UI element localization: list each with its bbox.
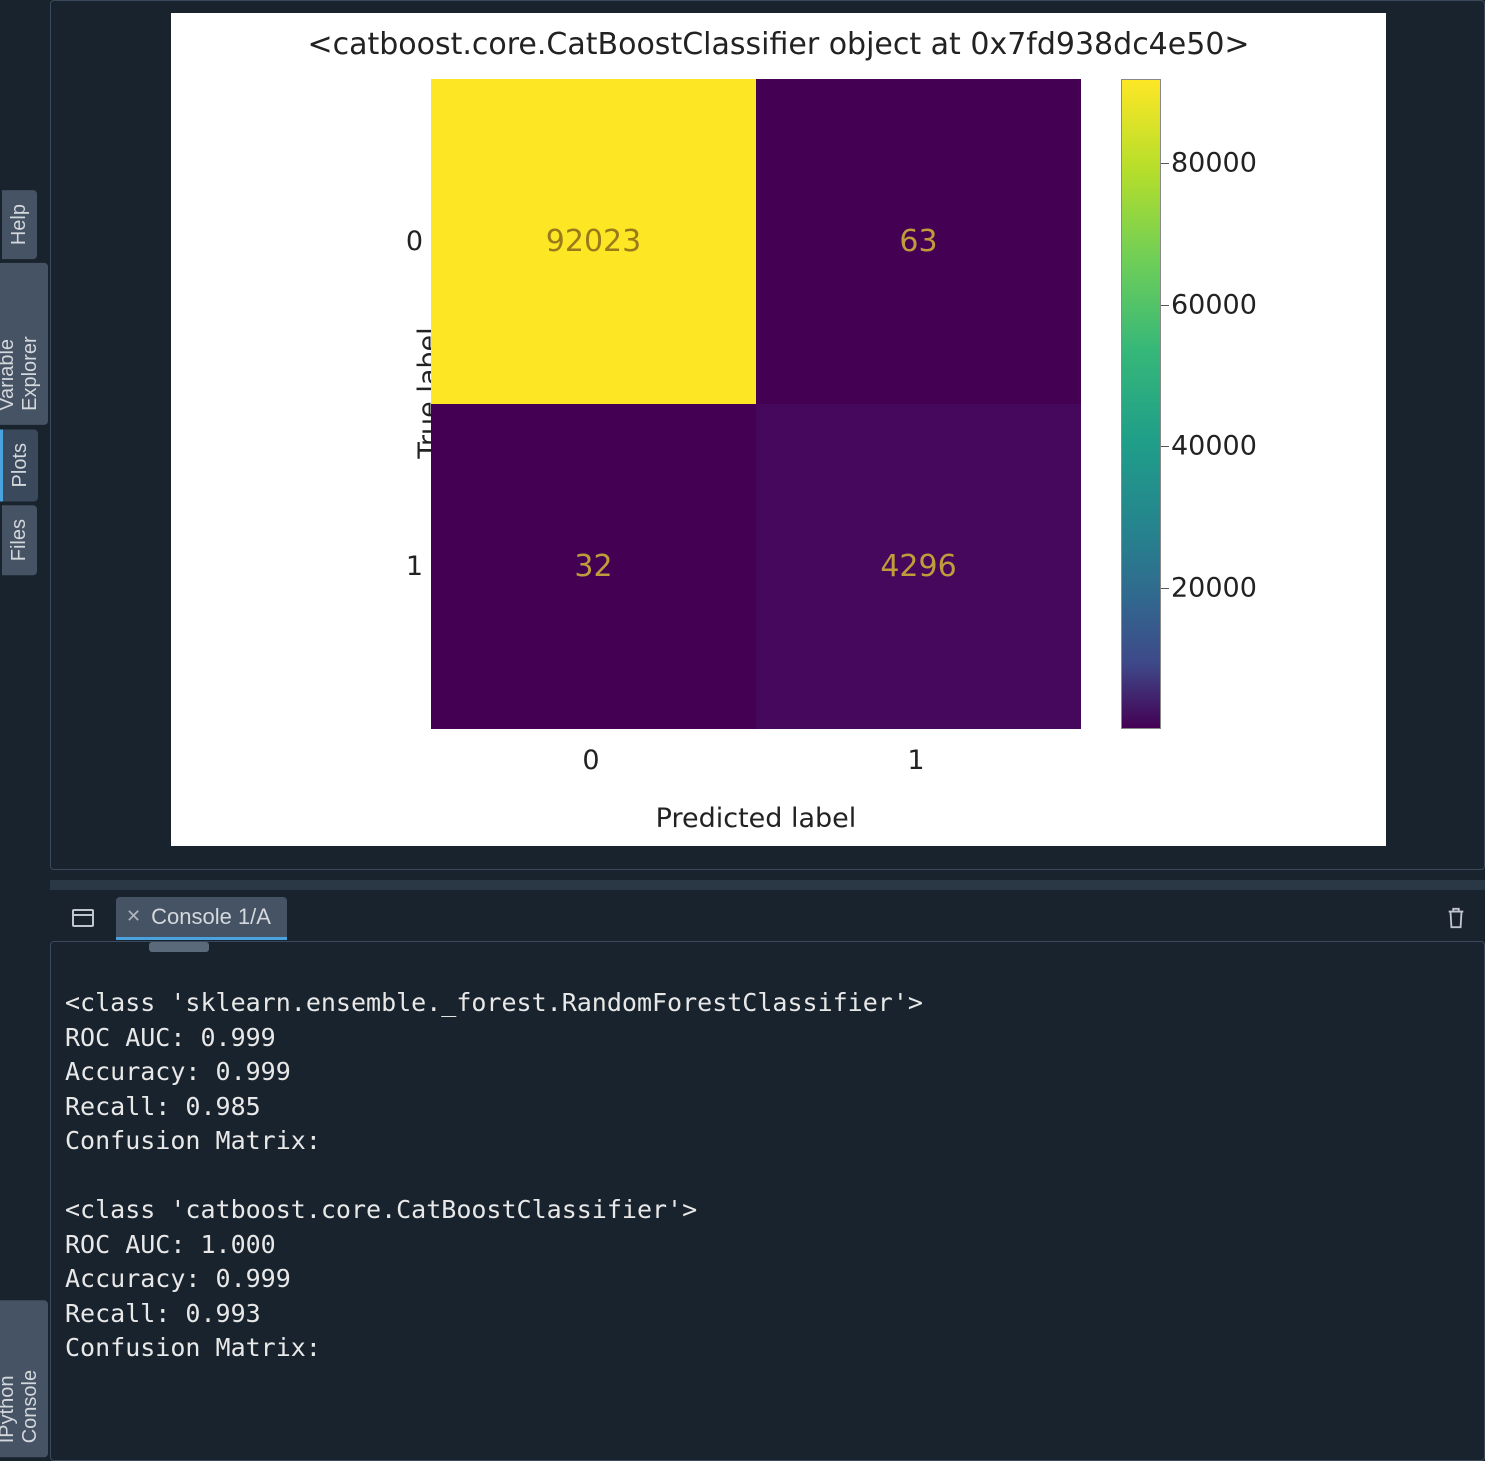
y-tick-0: 0 (393, 226, 423, 257)
cbar-tick-20000: 20000 (1171, 573, 1257, 604)
console-output[interactable]: <class 'sklearn.ensemble._forest.RandomF… (51, 956, 1484, 1460)
pane-splitter[interactable] (50, 880, 1485, 890)
console-tabbar: ✕ Console 1/A (50, 895, 1485, 941)
close-icon[interactable]: ✕ (126, 906, 141, 927)
x-tick-1: 1 (901, 745, 931, 776)
cbar-tick-40000: 40000 (1171, 431, 1257, 462)
tab-files[interactable]: Files (2, 505, 37, 575)
plot-title: <catboost.core.CatBoostClassifier object… (171, 27, 1386, 62)
cell-1-1: 4296 (756, 404, 1081, 729)
y-tick-1: 1 (393, 551, 423, 582)
trash-icon[interactable] (1445, 905, 1467, 936)
confusion-matrix-heatmap: 92023 63 32 4296 (431, 79, 1081, 729)
colorbar (1121, 79, 1161, 729)
tab-variable-explorer[interactable]: Variable Explorer (0, 263, 48, 425)
side-tab-strip: Help Variable Explorer Plots Files IPyth… (0, 0, 38, 1461)
cbar-tickmark (1161, 305, 1169, 306)
cbar-tickmark (1161, 163, 1169, 164)
console-body-wrap: <class 'sklearn.ensemble._forest.RandomF… (50, 941, 1485, 1461)
cell-1-0: 32 (431, 404, 756, 729)
plots-pane: <catboost.core.CatBoostClassifier object… (50, 0, 1485, 870)
plot-canvas: <catboost.core.CatBoostClassifier object… (171, 13, 1386, 846)
x-axis-label: Predicted label (431, 803, 1081, 834)
x-tick-0: 0 (576, 745, 606, 776)
cell-0-1: 63 (756, 79, 1081, 404)
window-icon[interactable] (72, 909, 94, 927)
tab-plots[interactable]: Plots (0, 429, 38, 501)
cbar-tick-60000: 60000 (1171, 290, 1257, 321)
cbar-tick-80000: 80000 (1171, 148, 1257, 179)
console-scrollbar[interactable] (149, 942, 209, 952)
cell-0-0: 92023 (431, 79, 756, 404)
console-tab[interactable]: ✕ Console 1/A (116, 897, 287, 940)
tab-help[interactable]: Help (2, 190, 37, 259)
cbar-tickmark (1161, 588, 1169, 589)
console-tab-label: Console 1/A (151, 904, 271, 930)
cbar-tickmark (1161, 446, 1169, 447)
tab-ipython-console[interactable]: IPython Console (0, 1300, 48, 1457)
console-pane: ✕ Console 1/A <class 'sklearn.ensemble._… (50, 895, 1485, 1461)
